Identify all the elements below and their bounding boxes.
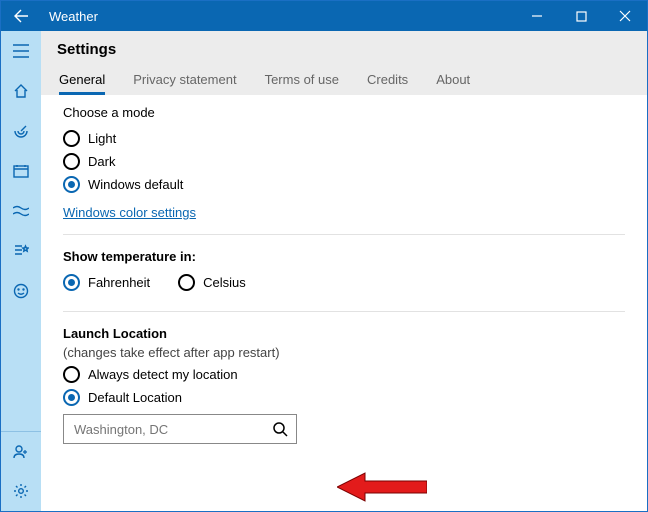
- tab-privacy[interactable]: Privacy statement: [133, 68, 236, 95]
- annotation-arrow: [337, 469, 427, 505]
- radio-light[interactable]: Light: [63, 130, 625, 147]
- radio-icon: [178, 274, 195, 291]
- location-search-input[interactable]: [74, 422, 270, 437]
- temperature-label: Show temperature in:: [63, 249, 625, 264]
- launch-location-note: (changes take effect after app restart): [63, 345, 625, 360]
- radio-label: Always detect my location: [88, 367, 238, 382]
- radio-icon: [63, 366, 80, 383]
- mode-options: Light Dark Windows default: [63, 130, 625, 193]
- location-search-box[interactable]: [63, 414, 297, 444]
- launch-location-label: Launch Location: [63, 326, 625, 341]
- radio-dark[interactable]: Dark: [63, 153, 625, 170]
- app-title: Weather: [41, 9, 98, 24]
- radio-label: Windows default: [88, 177, 183, 192]
- calendar-icon[interactable]: [1, 151, 41, 191]
- radio-label: Celsius: [203, 275, 246, 290]
- radio-icon: [63, 153, 80, 170]
- tab-terms[interactable]: Terms of use: [265, 68, 339, 95]
- tab-general[interactable]: General: [59, 68, 105, 95]
- radar-icon[interactable]: [1, 111, 41, 151]
- mode-label: Choose a mode: [63, 105, 625, 120]
- favorites-icon[interactable]: [1, 231, 41, 271]
- temperature-options: Fahrenheit Celsius: [63, 268, 625, 297]
- radio-icon: [63, 389, 80, 406]
- divider: [63, 234, 625, 235]
- home-icon[interactable]: [1, 71, 41, 111]
- titlebar: Weather: [1, 1, 647, 31]
- settings-content: Choose a mode Light Dark Windows default: [41, 95, 647, 511]
- tabs: General Privacy statement Terms of use C…: [57, 68, 631, 95]
- minimize-button[interactable]: [515, 1, 559, 31]
- radio-detect-location[interactable]: Always detect my location: [63, 366, 625, 383]
- close-button[interactable]: [603, 1, 647, 31]
- settings-header: Settings General Privacy statement Terms…: [41, 31, 647, 95]
- waves-icon[interactable]: [1, 191, 41, 231]
- window: Weather: [0, 0, 648, 512]
- radio-icon: [63, 274, 80, 291]
- search-icon[interactable]: [270, 419, 290, 439]
- account-icon[interactable]: [1, 431, 41, 471]
- back-button[interactable]: [1, 1, 41, 31]
- radio-label: Fahrenheit: [88, 275, 150, 290]
- divider: [63, 311, 625, 312]
- radio-celsius[interactable]: Celsius: [178, 274, 246, 291]
- tab-credits[interactable]: Credits: [367, 68, 408, 95]
- radio-windows-default[interactable]: Windows default: [63, 176, 625, 193]
- main: Settings General Privacy statement Terms…: [41, 31, 647, 511]
- radio-default-location[interactable]: Default Location: [63, 389, 625, 406]
- launch-options: Always detect my location Default Locati…: [63, 366, 625, 406]
- radio-fahrenheit[interactable]: Fahrenheit: [63, 274, 150, 291]
- maximize-button[interactable]: [559, 1, 603, 31]
- feedback-smile-icon[interactable]: [1, 271, 41, 311]
- tab-about[interactable]: About: [436, 68, 470, 95]
- windows-color-settings-link[interactable]: Windows color settings: [63, 205, 196, 220]
- radio-icon: [63, 176, 80, 193]
- page-title: Settings: [57, 37, 631, 68]
- radio-icon: [63, 130, 80, 147]
- radio-label: Light: [88, 131, 116, 146]
- radio-label: Dark: [88, 154, 115, 169]
- settings-gear-icon[interactable]: [1, 471, 41, 511]
- body: Settings General Privacy statement Terms…: [1, 31, 647, 511]
- sidebar: [1, 31, 41, 511]
- hamburger-icon[interactable]: [1, 31, 41, 71]
- radio-label: Default Location: [88, 390, 182, 405]
